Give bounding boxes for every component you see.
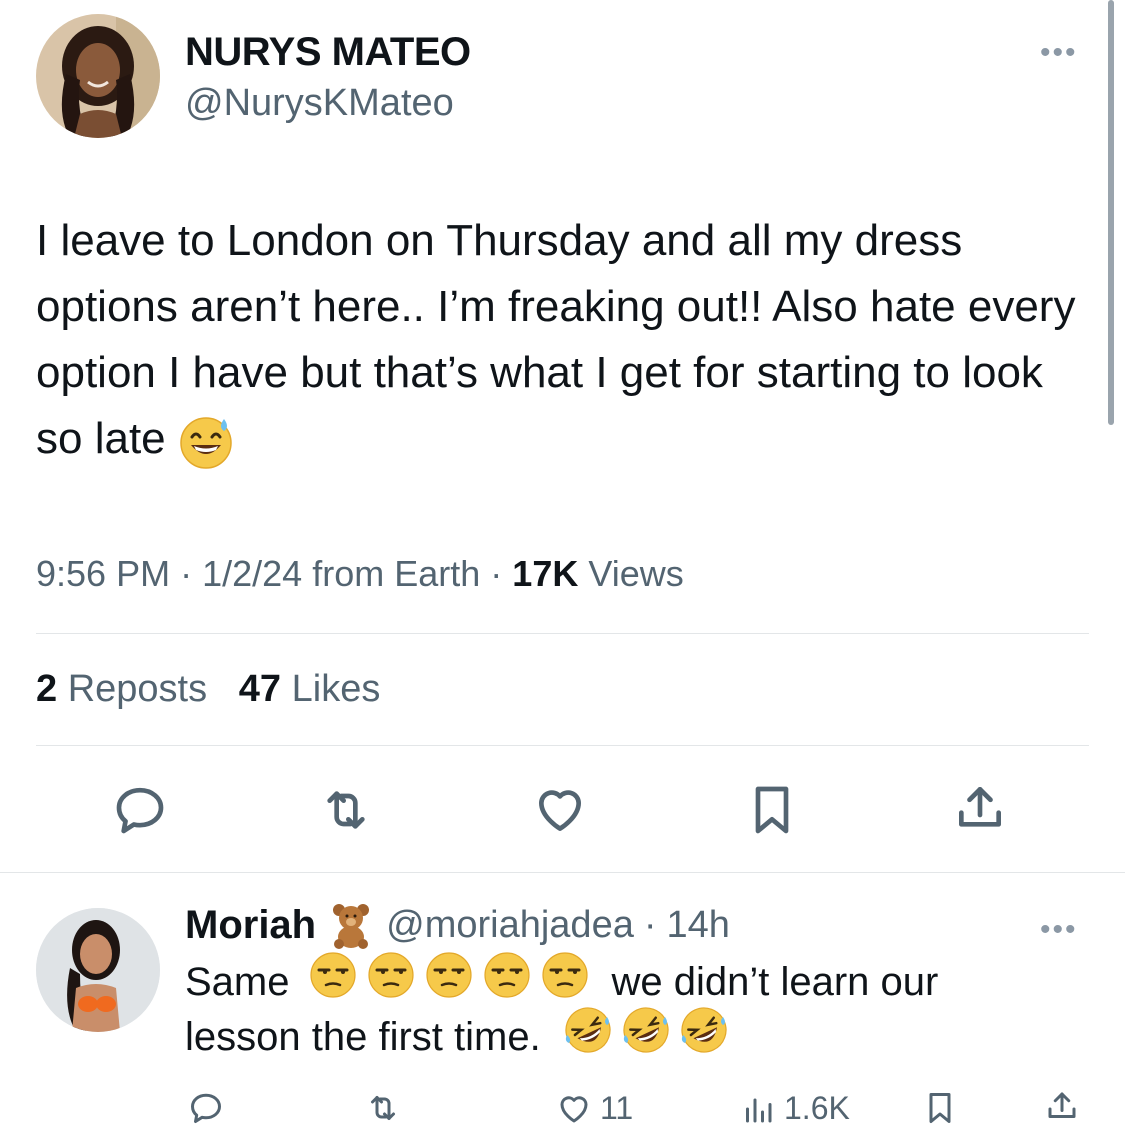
reply-share-button[interactable] — [1044, 1088, 1080, 1124]
divider — [36, 745, 1089, 746]
meta-separator: · — [490, 553, 503, 594]
reposts-label: Reposts — [67, 668, 208, 710]
meta-separator: · — [180, 553, 193, 594]
tweet-meta: 9:56 PM · 1/2/24 from Earth · 17K Views — [36, 553, 684, 595]
likes-label: Likes — [291, 668, 381, 710]
reply-like-count: 11 — [600, 1090, 634, 1126]
likes-count: 47 — [238, 668, 282, 710]
tweet-time[interactable]: 9:56 PM — [36, 553, 170, 594]
bookmark-icon — [929, 1093, 951, 1123]
repost-icon[interactable] — [318, 782, 374, 838]
like-icon — [560, 1095, 588, 1122]
unamused-emoji — [424, 950, 474, 1015]
unamused-emoji — [366, 950, 416, 1015]
tweet-source: from Earth — [312, 553, 481, 594]
reply-bookmark-button[interactable] — [922, 1090, 958, 1126]
reply-like-button[interactable]: 11 — [556, 1090, 633, 1127]
reply-icon[interactable] — [112, 782, 168, 838]
share-icon[interactable] — [952, 780, 1008, 836]
author-handle[interactable]: @NurysKMateo — [185, 82, 454, 125]
reply-more-options-icon[interactable]: ••• — [1040, 915, 1078, 945]
author-name[interactable]: NURYS MATEO — [185, 30, 471, 75]
reply-text-mid: we didn’t learn our — [611, 960, 939, 1004]
more-options-icon[interactable]: ••• — [1040, 38, 1078, 68]
divider — [0, 872, 1125, 873]
reply-views-count: 1.6K — [784, 1090, 850, 1126]
reply-time[interactable]: 14h — [667, 904, 730, 947]
tweet-stats: 2 Reposts 47 Likes — [36, 668, 380, 711]
tweet-text: I leave to London on Thursday and all my… — [36, 208, 1086, 472]
reply-icon — [191, 1093, 221, 1123]
tweet-date[interactable]: 1/2/24 — [202, 553, 302, 594]
reply-reply-button[interactable] — [188, 1090, 224, 1126]
reply-views-button[interactable]: 1.6K — [740, 1090, 850, 1127]
reply-avatar[interactable] — [36, 908, 160, 1032]
views-count: 17K — [512, 553, 579, 594]
reposts-stat[interactable]: 2 Reposts — [36, 668, 207, 710]
rofl-emoji — [621, 1005, 671, 1070]
bookmark-icon[interactable] — [744, 782, 800, 838]
reply-text-start: Same — [185, 960, 290, 1004]
like-icon[interactable] — [532, 782, 588, 838]
divider — [36, 633, 1089, 634]
author-avatar[interactable] — [36, 14, 160, 138]
reply-separator: · — [643, 903, 657, 946]
scrollbar[interactable] — [1108, 0, 1114, 425]
reply-text-line2: lesson the first time. — [185, 1015, 541, 1059]
unamused-emoji — [482, 950, 532, 1015]
unamused-emoji — [308, 950, 358, 1015]
reply-author-handle[interactable]: @moriahjadea — [386, 904, 634, 947]
rofl-emoji — [563, 1005, 613, 1070]
reposts-count: 2 — [36, 668, 58, 710]
teddy-bear-emoji — [326, 900, 376, 950]
share-icon — [1048, 1092, 1076, 1118]
rofl-emoji — [679, 1005, 729, 1070]
reply-author-name[interactable]: Moriah — [185, 903, 316, 948]
views-icon — [746, 1098, 772, 1122]
reply-repost-button[interactable] — [365, 1090, 401, 1126]
likes-stat[interactable]: 47 Likes — [239, 668, 381, 710]
reply-text: Same we didn’t learn our lesson the firs… — [185, 952, 1085, 1065]
reply-header: Moriah @moriahjadea · 14h — [185, 900, 730, 950]
sweat-smile-emoji — [178, 413, 234, 470]
repost-icon — [371, 1096, 395, 1120]
views-label: Views — [588, 553, 684, 594]
